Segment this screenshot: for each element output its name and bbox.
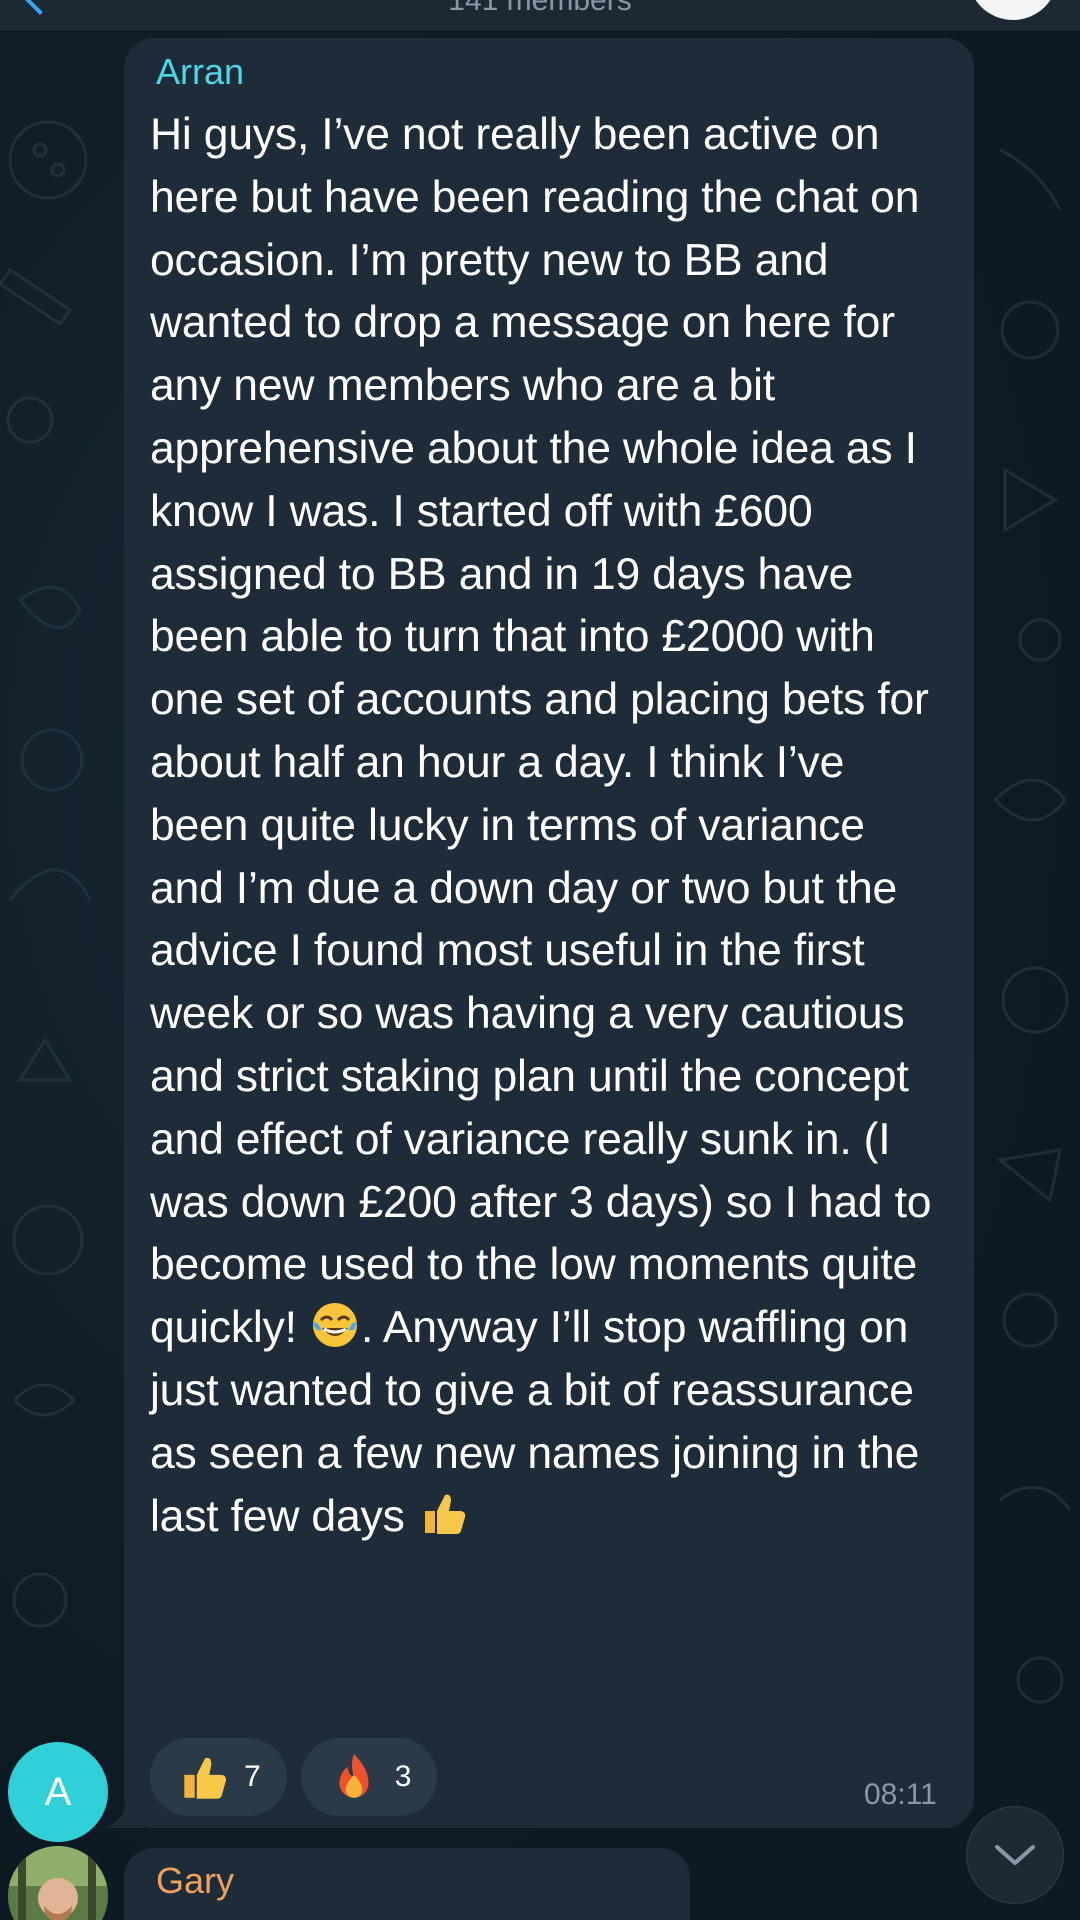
message-text-part-1: Hi guys, I’ve not really been active on … [150, 110, 944, 1353]
fire-icon [327, 1750, 381, 1804]
sender-name[interactable]: Arran [156, 50, 244, 94]
message-text: Hi guys, I’ve not really been active on … [150, 104, 950, 1548]
scroll-to-bottom-button[interactable] [966, 1806, 1064, 1904]
reaction-count: 7 [244, 1760, 261, 1793]
next-sender-name[interactable]: Gary [156, 1860, 234, 1902]
reaction-thumbs-up[interactable]: 7 [150, 1738, 287, 1816]
chat-header: 141 members [0, 0, 1080, 32]
member-count: 141 members [448, 0, 632, 17]
message-timestamp: 08:11 [864, 1778, 937, 1811]
reaction-count: 3 [394, 1760, 412, 1793]
avatar[interactable]: A [8, 1742, 108, 1842]
face-with-tears-of-joy-icon [309, 1298, 361, 1350]
thumbs-up-icon [417, 1487, 469, 1539]
thumbs-up-icon [176, 1750, 230, 1804]
chevron-down-icon [995, 1845, 1035, 1865]
reactions-row: 7 3 [150, 1738, 438, 1816]
reaction-fire[interactable]: 3 [300, 1738, 438, 1816]
chat-screen: 141 members Arran Hi guys, I’ve not real… [0, 0, 1080, 1920]
